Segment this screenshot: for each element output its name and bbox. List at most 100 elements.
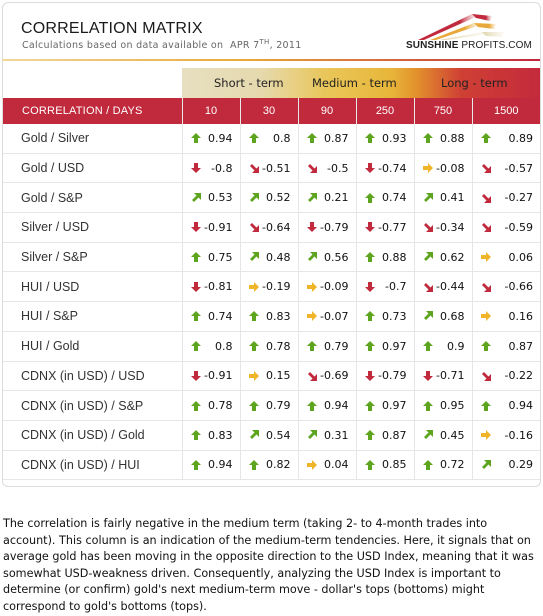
arrow-up-right-icon (249, 430, 259, 440)
correlation-cell: 0.83 (182, 420, 241, 451)
arrow-up-icon (306, 341, 317, 352)
arrow-down-right-icon (481, 223, 491, 233)
arrow-up-icon (364, 430, 375, 441)
correlation-cell: 0.72 (414, 450, 473, 481)
table-row: Gold / S&P 0.53 0.52 0.21 0.74 0.41 -0.27 (3, 182, 540, 214)
correlation-cell: 0.78 (182, 390, 241, 421)
arrow-up-icon (480, 133, 491, 144)
correlation-value: 0.83 (266, 309, 291, 323)
correlation-cell: 0.94 (182, 450, 241, 481)
arrow-down-right-icon (423, 282, 433, 292)
correlation-value: 0.8 (215, 339, 233, 353)
correlation-cell: -0.16 (472, 420, 540, 451)
row-label: CDNX (in USD) / S&P (3, 390, 183, 421)
column-header: 250 (356, 98, 415, 124)
page-title: CORRELATION MATRIX (21, 20, 203, 37)
correlation-value: 0.78 (266, 339, 291, 353)
arrow-up-icon (364, 311, 375, 322)
correlation-cell: 0.87 (298, 124, 357, 154)
correlation-value: 0.31 (324, 428, 349, 442)
arrow-up-icon (364, 192, 375, 203)
date-year: , 2011 (269, 40, 302, 52)
arrow-down-icon (364, 222, 375, 233)
correlation-cell: 0.8 (240, 124, 299, 154)
correlation-value: 0.93 (382, 131, 407, 145)
correlation-value: 0.29 (508, 458, 534, 472)
arrow-up-right-icon (307, 192, 317, 202)
arrow-up-right-icon (481, 459, 491, 469)
arrow-down-icon (190, 163, 201, 174)
correlation-value: -0.27 (504, 191, 533, 205)
correlation-cell: 0.95 (414, 390, 473, 421)
correlation-value: 0.83 (208, 428, 233, 442)
arrow-down-right-icon (307, 371, 317, 381)
term-medium: Medium - term (312, 76, 397, 90)
correlation-cell: 0.9 (414, 331, 473, 362)
arrow-right-icon (480, 311, 491, 322)
correlation-cell: -0.34 (414, 212, 473, 243)
arrow-down-icon (422, 370, 433, 381)
correlation-value: -0.79 (378, 369, 407, 383)
date-month-day: APR 7 (230, 40, 260, 52)
column-header: 750 (414, 98, 473, 124)
arrow-up-icon (480, 341, 491, 352)
table-row: HUI / Gold 0.8 0.78 0.79 0.97 0.9 0.87 (3, 331, 540, 362)
correlation-cell: -0.81 (182, 271, 241, 303)
correlation-value: 0.74 (208, 309, 233, 323)
arrow-right-icon (306, 311, 317, 322)
correlation-cell: 0.94 (182, 124, 241, 154)
correlation-cell: -0.08 (414, 153, 473, 184)
correlation-value: 0.89 (508, 131, 534, 145)
arrow-down-right-icon (481, 164, 491, 174)
arrow-up-icon (190, 311, 201, 322)
arrow-up-icon (248, 459, 259, 470)
correlation-value: -0.71 (436, 369, 465, 383)
correlation-cell: -0.79 (356, 361, 415, 392)
correlation-cell: -0.22 (472, 361, 540, 392)
arrow-up-right-icon (249, 192, 259, 202)
correlation-value: 0.82 (266, 458, 291, 472)
table-row: CDNX (in USD) / S&P 0.78 0.79 0.94 0.97 0.95 0… (3, 390, 540, 421)
subtitle: Calculations based on data available on … (22, 38, 302, 51)
correlation-value: 0.94 (324, 399, 349, 413)
correlation-value: 0.73 (382, 309, 407, 323)
arrow-up-icon (422, 459, 433, 470)
correlation-cell: 0.31 (298, 420, 357, 451)
correlation-cell: 0.88 (414, 124, 473, 154)
correlation-cell: -0.27 (472, 182, 540, 214)
row-label: Silver / USD (3, 212, 183, 243)
correlation-cell: -0.57 (472, 153, 540, 184)
row-label: HUI / USD (3, 271, 183, 303)
correlation-value: 0.52 (266, 191, 291, 205)
correlation-cell: 0.79 (298, 331, 357, 362)
arrow-up-icon (190, 430, 201, 441)
brand-rest: PROFITS.COM (458, 40, 532, 51)
table-row: HUI / S&P 0.74 0.83 -0.07 0.73 0.68 0.16 (3, 301, 540, 332)
arrow-up-icon (190, 252, 201, 263)
correlation-value: -0.81 (204, 280, 233, 294)
brand-name: SUNSHINE PROFITS.COM (406, 40, 532, 51)
correlation-cell: -0.8 (182, 153, 241, 184)
arrow-up-icon (248, 400, 259, 411)
correlation-value: 0.21 (324, 191, 349, 205)
header-row: CORRELATION / DAYS 10 30 90 250 750 1500 (3, 98, 540, 124)
correlation-cell: 0.88 (356, 242, 415, 273)
arrow-up-right-icon (423, 252, 433, 262)
correlation-value: 0.06 (508, 250, 534, 264)
arrow-up-right-icon (307, 430, 317, 440)
correlation-cell: -0.91 (182, 212, 241, 243)
row-label: Gold / Silver (3, 124, 183, 154)
correlation-value: 0.8 (273, 131, 291, 145)
arrow-right-icon (248, 370, 259, 381)
arrow-up-icon (422, 341, 433, 352)
corner-label: CORRELATION / DAYS (3, 98, 183, 124)
correlation-value: -0.66 (504, 280, 533, 294)
arrow-up-icon (364, 341, 375, 352)
arrow-down-icon (306, 222, 317, 233)
correlation-cell: 0.89 (472, 124, 540, 154)
correlation-value: 0.85 (382, 458, 407, 472)
correlation-value: -0.22 (504, 369, 533, 383)
arrow-up-icon (480, 400, 491, 411)
correlation-value: -0.07 (320, 309, 349, 323)
arrow-right-icon (422, 163, 433, 174)
